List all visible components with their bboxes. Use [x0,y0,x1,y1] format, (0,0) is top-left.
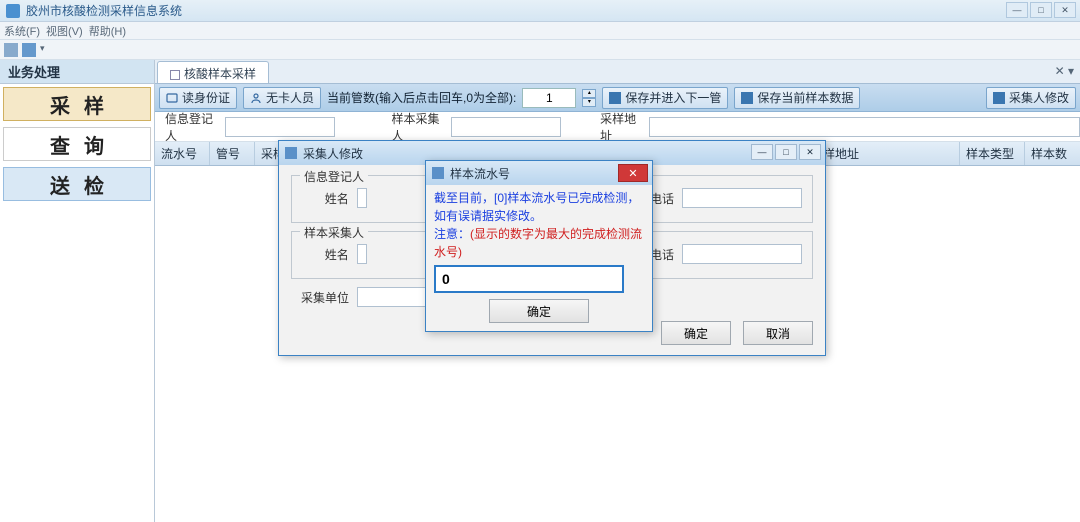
app-title: 胶州市核酸检测采样信息系统 [26,2,182,19]
th-type: 样本类型 [960,142,1025,165]
th-count: 样本数 [1025,142,1080,165]
app-logo-icon [6,4,20,18]
edit-icon [993,92,1005,104]
read-id-button[interactable]: 读身份证 [159,87,237,109]
collector-name-input[interactable] [357,244,367,264]
save-icon [741,92,753,104]
id-card-icon [166,92,178,104]
dialog-maximize-button[interactable]: □ [775,144,797,160]
dialog-ok-button[interactable]: 确定 [661,321,731,345]
save-current-button[interactable]: 保存当前样本数据 [734,87,860,109]
dialog2-titlebar[interactable]: 样本流水号 ✕ [426,161,652,185]
tube-count-spinner[interactable]: ▴▾ [582,89,596,107]
sidebar-item-label: 送检 [50,170,118,199]
collector-legend: 样本采集人 [300,224,368,241]
edit-collector-button[interactable]: 采集人修改 [986,87,1076,109]
registrar-legend: 信息登记人 [300,168,368,185]
th-tube: 管号 [210,142,255,165]
dialog-icon [432,167,444,179]
window-minimize-button[interactable]: — [1006,2,1028,18]
name-label: 姓名 [302,246,349,263]
collector-label: 样本采集人 [392,110,446,144]
dialog-close-button[interactable]: ✕ [799,144,821,160]
action-toolbar: 读身份证 无卡人员 当前管数(输入后点击回车,0为全部): ▴▾ 保存并进入下一… [155,84,1080,112]
address-label: 采样地址 [600,110,643,144]
sidebar-item-label: 采样 [50,90,118,119]
unit-label: 采集单位 [291,289,349,306]
left-sidebar: 业务处理 采样 查询 送检 [0,60,155,522]
sample-form-row: 信息登记人 样本采集人 采样地址 [155,112,1080,142]
tube-count-label: 当前管数(输入后点击回车,0为全部): [327,89,516,106]
sidebar-item-sampling[interactable]: 采样 [3,87,151,121]
no-card-button[interactable]: 无卡人员 [243,87,321,109]
sidebar-item-query[interactable]: 查询 [3,127,151,161]
sidebar-item-label: 查询 [50,130,118,159]
dialog2-message: 截至目前，[0]样本流水号已完成检测，如有误请据实修改。 注意：(显示的数字为最… [434,189,644,261]
th-addr: 采样地址 [805,142,960,165]
registrar-name-input[interactable] [357,188,367,208]
registrar-label: 信息登记人 [165,110,219,144]
titlebar: 胶州市核酸检测采样信息系统 — □ ✕ [0,0,1080,22]
serial-input[interactable] [434,265,624,293]
registrar-input[interactable] [225,117,335,137]
mini-toolbar: ▾ [0,40,1080,60]
sample-serial-dialog: 样本流水号 ✕ 截至目前，[0]样本流水号已完成检测，如有误请据实修改。 注意：… [425,160,653,332]
sidebar-header: 业务处理 [0,60,154,84]
person-icon [250,92,262,104]
menu-help[interactable]: 帮助(H) [89,23,126,39]
th-seq: 流水号 [155,142,210,165]
mini-tool-icon[interactable] [22,43,36,57]
menu-system[interactable]: 系统(F) [4,23,40,39]
tab-label: 核酸样本采样 [184,67,256,81]
menu-view[interactable]: 视图(V) [46,23,83,39]
tube-count-input[interactable] [522,88,576,108]
dialog-title: 采集人修改 [303,145,363,162]
save-icon [609,92,621,104]
sidebar-item-send[interactable]: 送检 [3,167,151,201]
dialog-icon [285,147,297,159]
tab-close-icon[interactable]: ✕ ▾ [1055,64,1074,78]
dialog2-close-button[interactable]: ✕ [618,164,648,182]
menu-bar: 系统(F) 视图(V) 帮助(H) [0,22,1080,40]
window-maximize-button[interactable]: □ [1030,2,1052,18]
mini-tool-icon[interactable] [4,43,18,57]
dialog-minimize-button[interactable]: — [751,144,773,160]
window-close-button[interactable]: ✕ [1054,2,1076,18]
save-next-button[interactable]: 保存并进入下一管 [602,87,728,109]
registrar-phone-input[interactable] [682,188,802,208]
name-label: 姓名 [302,190,349,207]
dialog2-title: 样本流水号 [450,165,510,182]
collector-input[interactable] [451,117,561,137]
dialog2-ok-button[interactable]: 确定 [489,299,589,323]
mini-tool-dropdown-icon[interactable]: ▾ [40,43,48,57]
tab-strip: 核酸样本采样 ✕ ▾ [155,60,1080,84]
address-input[interactable] [649,117,1080,137]
tab-icon [170,70,180,80]
tab-sampling[interactable]: 核酸样本采样 [157,61,269,83]
collector-phone-input[interactable] [682,244,802,264]
dialog-cancel-button[interactable]: 取消 [743,321,813,345]
